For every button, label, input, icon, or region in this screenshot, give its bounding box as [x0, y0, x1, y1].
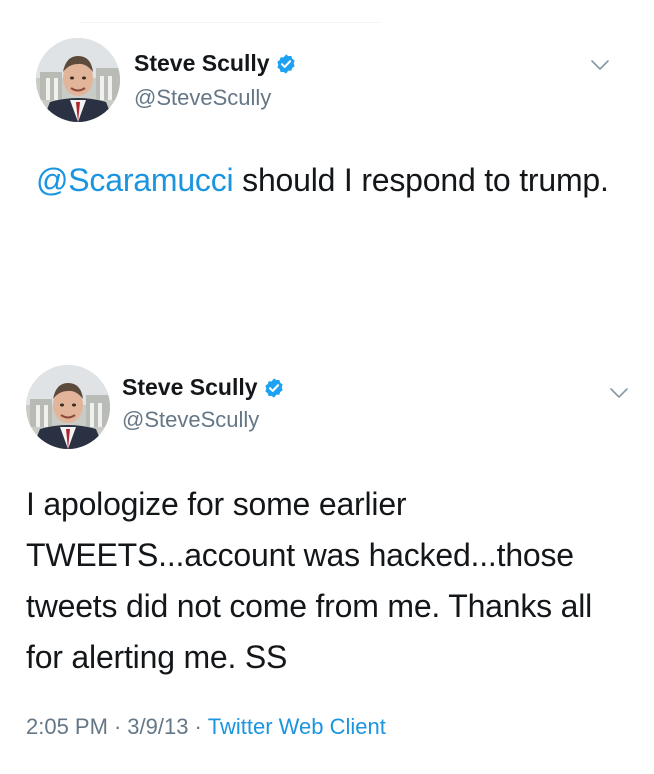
author-name-row[interactable]: Steve Scully [134, 50, 297, 77]
display-name[interactable]: Steve Scully [134, 50, 270, 77]
separator: · [194, 714, 202, 739]
handle[interactable]: @SteveScully [134, 85, 271, 111]
tweet-metadata: 2:05 PM · 3/9/13 · Twitter Web Client [26, 714, 386, 740]
profile-photo-icon [36, 38, 120, 122]
client-link[interactable]: Twitter Web Client [208, 714, 386, 739]
avatar[interactable] [36, 38, 120, 122]
avatar[interactable] [26, 365, 110, 449]
separator: · [113, 714, 122, 739]
tweet-body: I apologize for some earlier TWEETS...ac… [26, 486, 593, 675]
handle[interactable]: @SteveScully [122, 407, 259, 433]
tweet[interactable]: Steve Scully @SteveScully @Scaramucci sh… [0, 0, 654, 330]
verified-badge-icon [264, 377, 283, 398]
display-name[interactable]: Steve Scully [122, 374, 258, 401]
verified-badge-icon [276, 53, 295, 74]
chevron-down-icon[interactable] [609, 386, 629, 400]
chevron-down-icon[interactable] [590, 58, 610, 72]
tweet-body: should I respond to trump. [233, 162, 609, 198]
profile-photo-icon [26, 365, 110, 449]
tweet-text: @Scaramucci should I respond to trump. [36, 155, 616, 206]
timestamp-date[interactable]: 3/9/13 [127, 714, 188, 739]
timestamp-time[interactable]: 2:05 PM [26, 714, 108, 739]
mention-link[interactable]: @Scaramucci [36, 162, 234, 198]
tweet[interactable]: Steve Scully @SteveScully I apologize fo… [0, 330, 654, 774]
author-name-row[interactable]: Steve Scully [122, 374, 285, 401]
